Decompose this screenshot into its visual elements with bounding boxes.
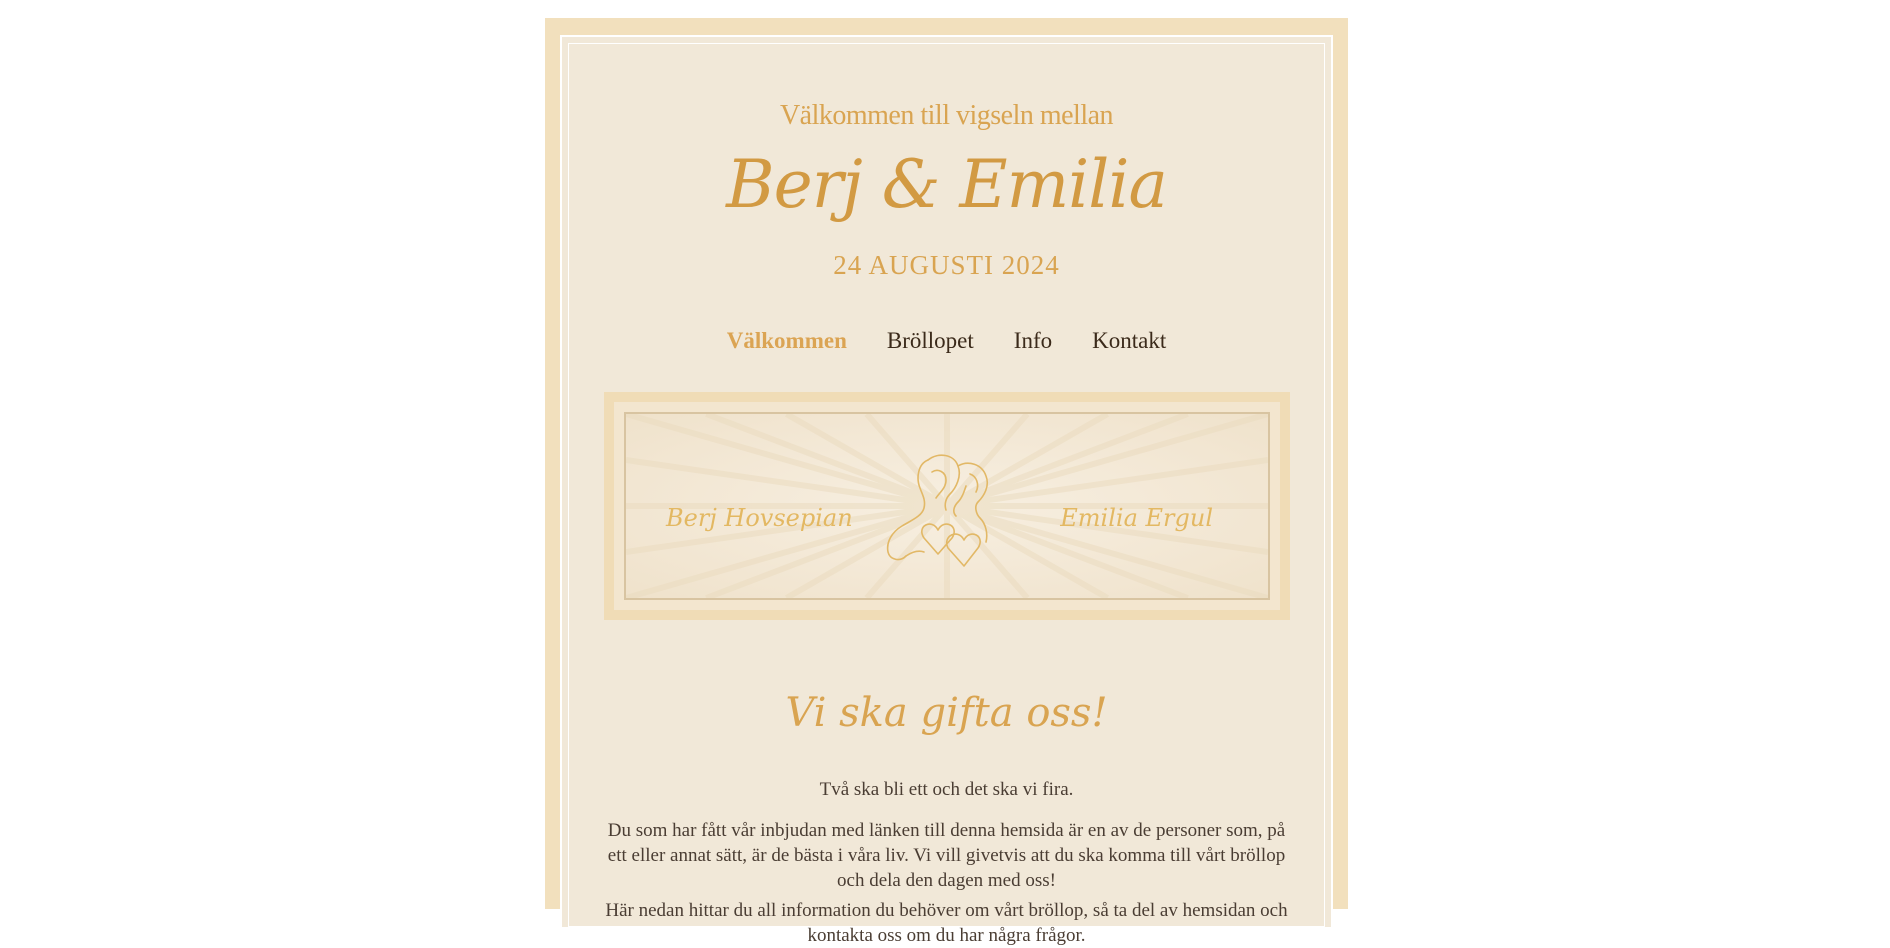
section-title: Vi ska gifta oss!	[785, 690, 1108, 736]
banner-name-groom: Berj Hovsepian	[666, 504, 853, 532]
banner-card: Berj Hovsepian Emilia Ergul	[624, 412, 1270, 600]
invitation-page: Välkommen till vigseln mellan Berj & Emi…	[545, 18, 1348, 946]
hero-banner: Berj Hovsepian Emilia Ergul	[604, 392, 1290, 620]
nav-item-kontakt[interactable]: Kontakt	[1092, 328, 1166, 354]
couple-names-title: Berj & Emilia	[726, 146, 1168, 223]
main-nav: Välkommen Bröllopet Info Kontakt	[545, 328, 1348, 354]
welcome-heading: Välkommen till vigseln mellan	[779, 100, 1114, 131]
intro-paragraph-3: Här nedan hittar du all information du b…	[605, 900, 1288, 946]
nav-item-valkommen[interactable]: Välkommen	[727, 328, 847, 354]
intro-paragraph-1: Två ska bli ett och det ska vi fira.	[819, 779, 1074, 800]
intro-paragraph-2: Du som har fått vår inbjudan med länken …	[607, 820, 1286, 891]
banner-name-bride: Emilia Ergul	[1060, 504, 1213, 532]
nav-item-brollopet[interactable]: Bröllopet	[887, 328, 974, 354]
wedding-date: 24 AUGUSTI 2024	[833, 250, 1060, 280]
nav-item-info[interactable]: Info	[1014, 328, 1052, 354]
banner-inner-frame: Berj Hovsepian Emilia Ergul	[614, 402, 1280, 610]
couple-hearts-icon	[886, 454, 989, 567]
